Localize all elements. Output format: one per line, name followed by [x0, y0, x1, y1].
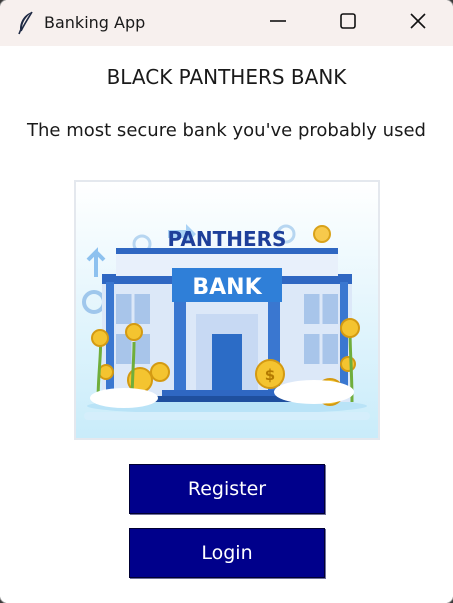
svg-text:$: $ — [265, 366, 275, 384]
login-button[interactable]: Login — [129, 528, 325, 578]
minimize-button[interactable] — [243, 0, 313, 46]
window-title: Banking App — [44, 13, 146, 32]
sign-panthers: PANTHERS — [168, 227, 287, 251]
sign-bank: BANK — [192, 275, 262, 300]
title-bar[interactable]: Banking App — [0, 0, 453, 46]
minimize-icon — [269, 12, 287, 34]
feather-icon — [16, 11, 36, 35]
close-icon — [409, 12, 427, 34]
register-button[interactable]: Register — [129, 464, 325, 514]
close-button[interactable] — [383, 0, 453, 46]
main-content: BLACK PANTHERS BANK The most secure bank… — [0, 46, 453, 603]
bank-name-heading: BLACK PANTHERS BANK — [106, 65, 347, 89]
maximize-button[interactable] — [313, 0, 383, 46]
maximize-icon — [339, 12, 357, 34]
tagline-text: The most secure bank you've probably use… — [27, 120, 426, 141]
app-window: Banking App BLACK PANTHERS BANK The most… — [0, 0, 453, 603]
bank-building-illustration: PANTHERS BANK $ — [74, 180, 380, 440]
